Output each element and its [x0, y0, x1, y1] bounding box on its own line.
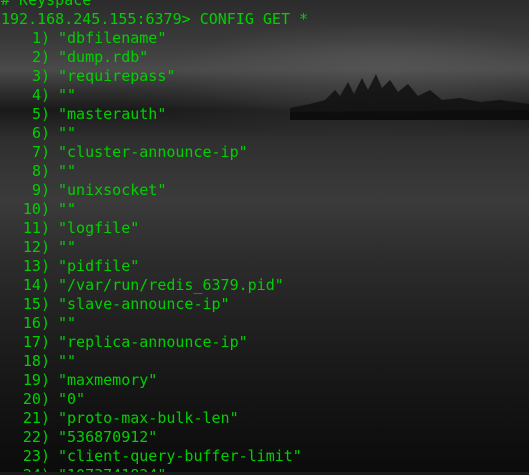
output-line: 10) "" [1, 200, 308, 219]
output-line: 20) "0" [1, 390, 308, 409]
output-index: 6) [31, 124, 50, 142]
output-index: 16) [22, 314, 50, 332]
prompt: 192.168.245.155:6379> [1, 10, 191, 28]
output-index: 23) [22, 447, 50, 465]
output-value: "unixsocket" [58, 181, 167, 199]
output-index: 2) [31, 48, 50, 66]
output-index: 19) [22, 371, 50, 389]
output-line: 11) "logfile" [1, 219, 308, 238]
output-line: 21) "proto-max-bulk-len" [1, 409, 308, 428]
output-index: 9) [31, 181, 50, 199]
output-line: 7) "cluster-announce-ip" [1, 143, 308, 162]
output-line: 17) "replica-announce-ip" [1, 333, 308, 352]
output-line: 19) "maxmemory" [1, 371, 308, 390]
output-index: 5) [31, 105, 50, 123]
output-line: 3) "requirepass" [1, 67, 308, 86]
previous-line-text: # Keyspace [1, 0, 92, 9]
output-index: 4) [31, 86, 50, 104]
output-index: 14) [22, 276, 50, 294]
output-index: 11) [22, 219, 50, 237]
terminal-output: # Keyspace 192.168.245.155:6379> CONFIG … [1, 0, 308, 475]
output-line: 6) "" [1, 124, 308, 143]
output-line: 14) "/var/run/redis_6379.pid" [1, 276, 308, 295]
command-text: CONFIG GET * [199, 10, 309, 28]
output-index: 20) [22, 390, 50, 408]
output-value: "" [58, 352, 77, 370]
terminal-window[interactable]: # Keyspace 192.168.245.155:6379> CONFIG … [0, 0, 529, 475]
output-value: "" [58, 162, 77, 180]
output-value: "0" [58, 390, 86, 408]
previous-line: # Keyspace [1, 0, 308, 10]
output-value: "cluster-announce-ip" [58, 143, 248, 161]
output-line: 5) "masterauth" [1, 105, 308, 124]
output-line: 15) "slave-announce-ip" [1, 295, 308, 314]
output-index: 1) [31, 29, 50, 47]
output-value: "" [58, 314, 77, 332]
output-value: "536870912" [58, 428, 158, 446]
output-index: 18) [22, 352, 50, 370]
output-index: 7) [31, 143, 50, 161]
output-value: "maxmemory" [58, 371, 158, 389]
output-line: 23) "client-query-buffer-limit" [1, 447, 308, 466]
output-value: "dump.rdb" [58, 48, 149, 66]
output-value: "/var/run/redis_6379.pid" [58, 276, 284, 294]
output-line: 9) "unixsocket" [1, 181, 308, 200]
output-line: 16) "" [1, 314, 308, 333]
output-line: 22) "536870912" [1, 428, 308, 447]
output-value: "replica-announce-ip" [58, 333, 248, 351]
output-value: "logfile" [58, 219, 140, 237]
output-value: "dbfilename" [58, 29, 167, 47]
background-treeline [290, 74, 529, 120]
output-line: 4) "" [1, 86, 308, 105]
output-index: 17) [22, 333, 50, 351]
output-value: "" [58, 124, 77, 142]
output-index: 22) [22, 428, 50, 446]
output-value: "requirepass" [58, 67, 176, 85]
command-line[interactable]: 192.168.245.155:6379> CONFIG GET * [1, 10, 308, 29]
output-value: "proto-max-bulk-len" [58, 409, 239, 427]
output-index: 15) [22, 295, 50, 313]
output-value: "masterauth" [58, 105, 167, 123]
output-index: 8) [31, 162, 50, 180]
output-index: 12) [22, 238, 50, 256]
output-value: "" [58, 238, 77, 256]
output-index: 3) [31, 67, 50, 85]
output-line: 1) "dbfilename" [1, 29, 308, 48]
output-value: "client-query-buffer-limit" [58, 447, 302, 465]
output-value: "slave-announce-ip" [58, 295, 230, 313]
output-index: 21) [22, 409, 50, 427]
output-line: 8) "" [1, 162, 308, 181]
output-line: 13) "pidfile" [1, 257, 308, 276]
output-value: "pidfile" [58, 257, 140, 275]
output-line: 2) "dump.rdb" [1, 48, 308, 67]
output-value: "" [58, 86, 77, 104]
output-line: 12) "" [1, 238, 308, 257]
output-index: 10) [22, 200, 50, 218]
output-line: 18) "" [1, 352, 308, 371]
output-value: "" [58, 200, 77, 218]
output-index: 13) [22, 257, 50, 275]
